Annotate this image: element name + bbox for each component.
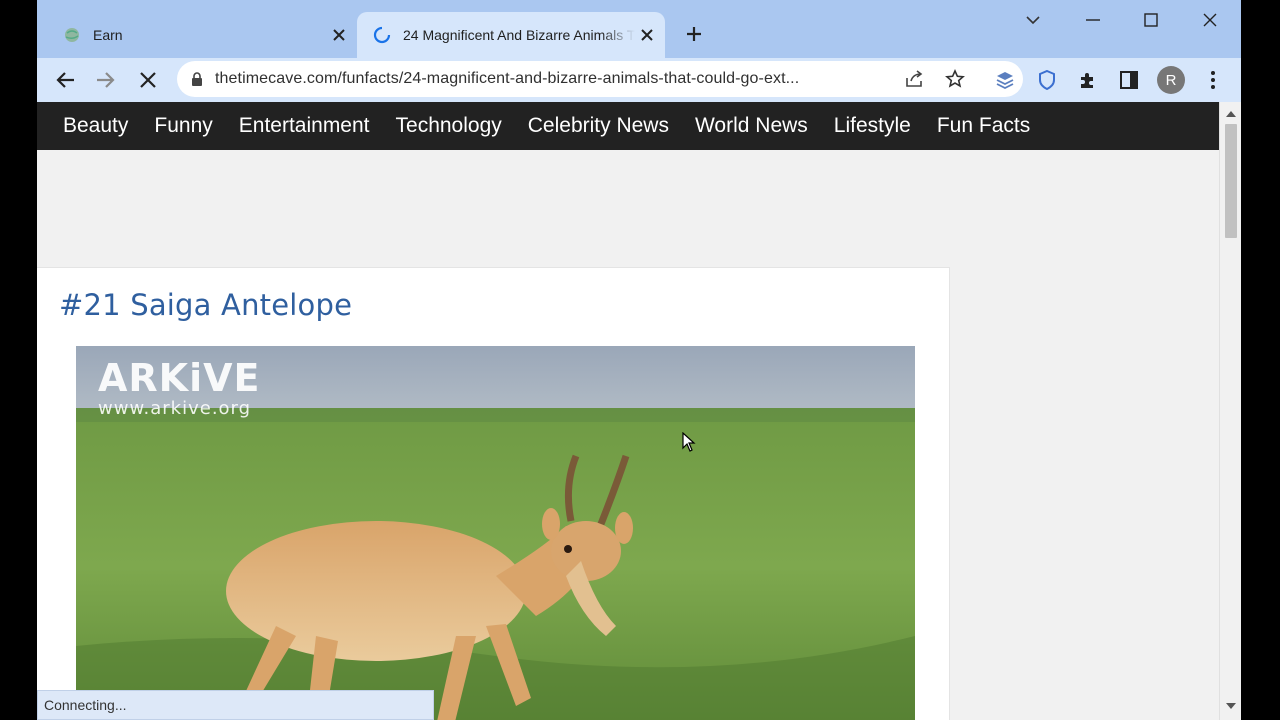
puzzle-extensions-icon[interactable] (1072, 64, 1104, 96)
watermark-url: www.arkive.org (98, 398, 252, 419)
close-tab-icon[interactable] (635, 23, 659, 47)
site-nav: Beauty Funny Entertainment Technology Ce… (37, 102, 1219, 150)
bookmark-star-icon[interactable] (939, 63, 971, 95)
scrollbar-thumb[interactable] (1225, 124, 1237, 238)
minimize-icon[interactable] (1073, 6, 1113, 34)
tab-search-icon[interactable] (1013, 6, 1053, 34)
tab-earn[interactable]: Earn (47, 12, 357, 58)
nav-celebrity-news[interactable]: Celebrity News (528, 114, 669, 138)
stop-loading-icon[interactable] (132, 64, 164, 96)
address-bar[interactable]: thetimecave.com/funfacts/24-magnificent-… (177, 61, 1023, 97)
page-viewport: Beauty Funny Entertainment Technology Ce… (37, 102, 1219, 720)
nav-world-news[interactable]: World News (695, 114, 808, 138)
tab-article[interactable]: 24 Magnificent And Bizarre Animals That … (357, 12, 665, 58)
browser-toolbar: thetimecave.com/funfacts/24-magnificent-… (37, 58, 1241, 102)
share-icon[interactable] (899, 63, 931, 95)
tab-title: 24 Magnificent And Bizarre Animals That … (403, 27, 635, 43)
forward-arrow-icon[interactable] (90, 64, 122, 96)
saiga-antelope-photo: ARKiVE www.arkive.org (76, 346, 915, 720)
watermark-logo: ARKiVE (98, 356, 261, 400)
scroll-down-arrow-icon[interactable] (1225, 700, 1237, 712)
nav-funny[interactable]: Funny (154, 114, 212, 138)
loading-spinner-icon (373, 26, 391, 44)
nav-beauty[interactable]: Beauty (63, 114, 128, 138)
scroll-up-arrow-icon[interactable] (1225, 108, 1237, 120)
maximize-icon[interactable] (1131, 6, 1171, 34)
shield-extension-icon[interactable] (1031, 64, 1063, 96)
nav-fun-facts[interactable]: Fun Facts (937, 114, 1030, 138)
mouse-pointer-icon (682, 431, 696, 457)
nav-lifestyle[interactable]: Lifestyle (834, 114, 911, 138)
tab-title: Earn (93, 27, 123, 43)
close-tab-icon[interactable] (327, 23, 351, 47)
back-arrow-icon[interactable] (49, 64, 81, 96)
article-heading: #21 Saiga Antelope (59, 288, 353, 322)
close-window-icon[interactable] (1190, 6, 1230, 34)
menu-kebab-icon[interactable] (1197, 64, 1229, 96)
profile-avatar[interactable]: R (1157, 66, 1185, 94)
nav-technology[interactable]: Technology (396, 114, 502, 138)
side-panel-icon[interactable] (1113, 64, 1145, 96)
globe-favicon-icon (63, 26, 81, 44)
tab-strip: Earn 24 Magnificent And Bizarre Animals … (37, 0, 1241, 58)
status-bar: Connecting... (37, 690, 434, 720)
article-card: #21 Saiga Antelope ARKiVE www.arkive.org (37, 267, 950, 720)
browser-window: Earn 24 Magnificent And Bizarre Animals … (37, 0, 1241, 720)
url-text[interactable]: thetimecave.com/funfacts/24-magnificent-… (215, 70, 885, 88)
vertical-scrollbar[interactable] (1219, 102, 1241, 720)
new-tab-button[interactable] (677, 19, 711, 49)
extension-layers-icon[interactable] (989, 64, 1021, 96)
nav-entertainment[interactable]: Entertainment (239, 114, 370, 138)
lock-icon[interactable] (191, 71, 203, 87)
